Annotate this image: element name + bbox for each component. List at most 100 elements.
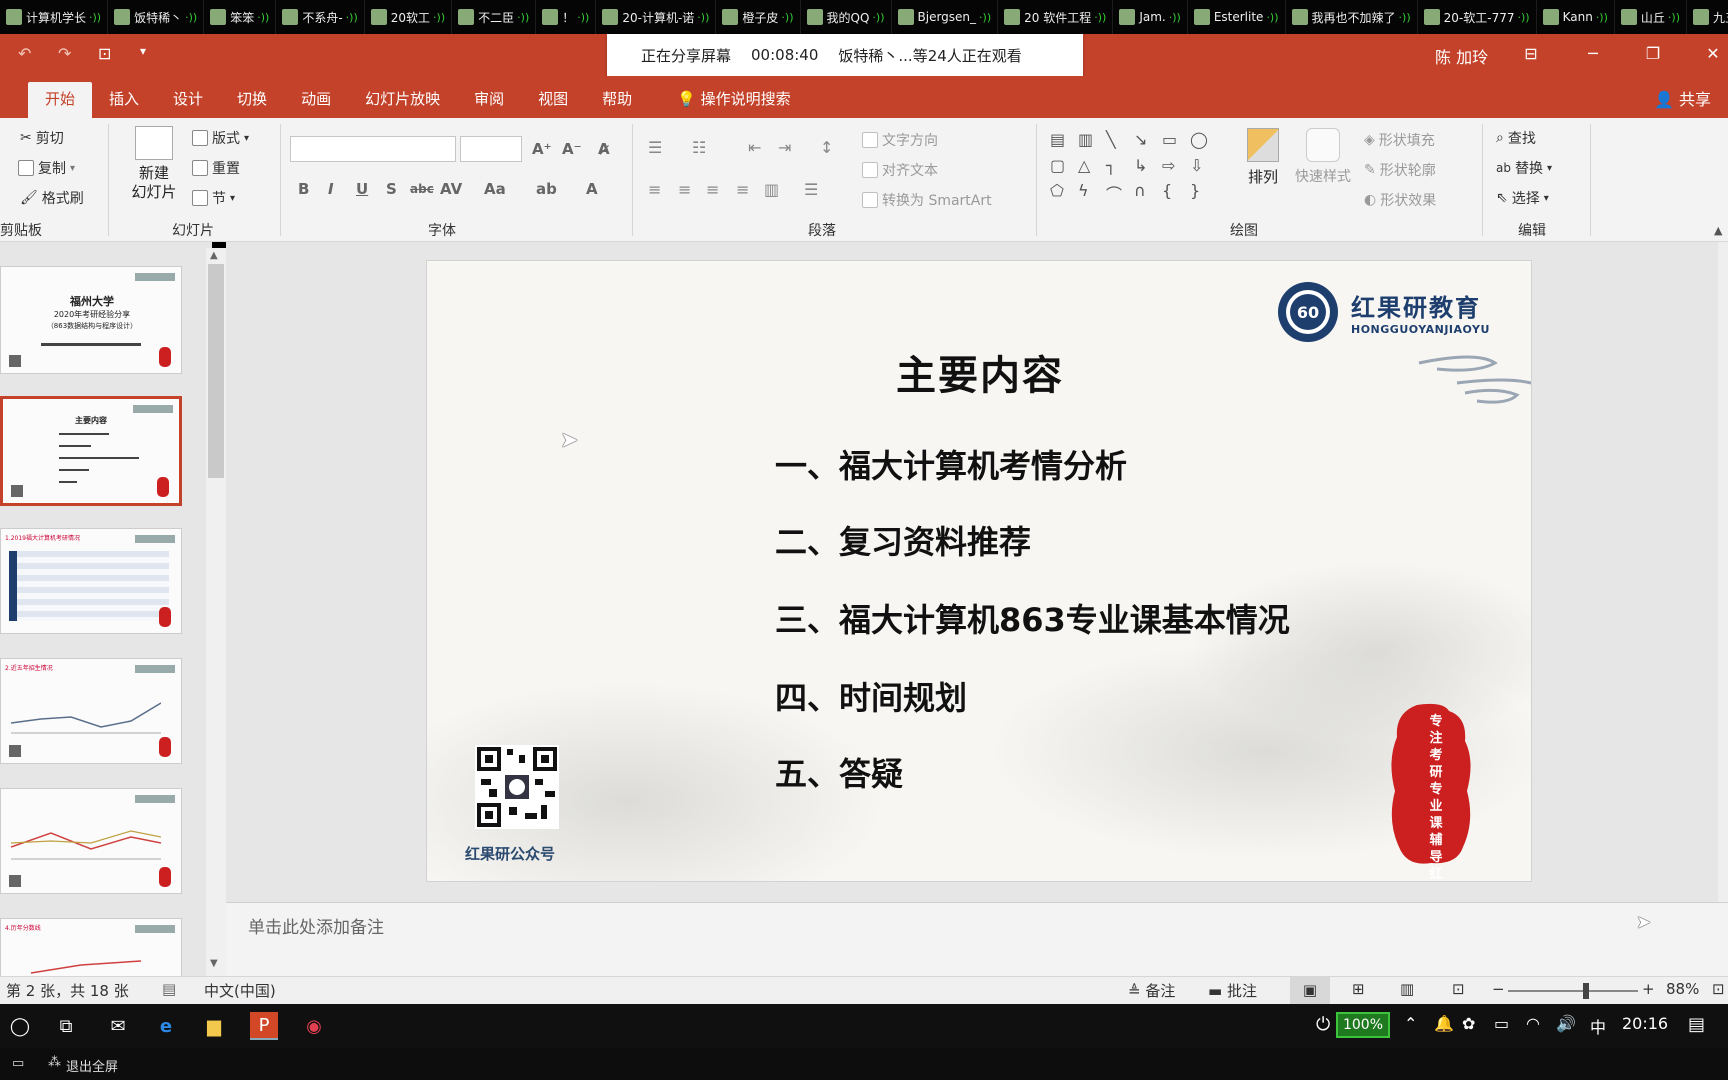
slideshow-icon[interactable]: ⊡ xyxy=(98,44,111,63)
new-slide-button[interactable]: 新建 幻灯片 xyxy=(126,126,182,202)
replace-button[interactable]: ab 替换 ▾ xyxy=(1496,158,1552,178)
collapse-ribbon-icon[interactable]: ▲ xyxy=(1714,224,1722,237)
participant-1[interactable]: 计算机学长 ·)) xyxy=(0,0,109,34)
grow-font-icon[interactable]: A⁺ xyxy=(532,140,552,158)
wifi-icon[interactable]: ◠ xyxy=(1526,1014,1540,1033)
vertical-textbox-icon[interactable]: ▥ xyxy=(1078,130,1104,152)
curve-icon[interactable]: ∩ xyxy=(1134,181,1160,208)
toc-item-5[interactable]: 五、答疑 xyxy=(775,749,903,795)
battery-icon[interactable]: ▭ xyxy=(1494,1014,1509,1033)
select-button[interactable]: ⇖ 选择 ▾ xyxy=(1496,188,1549,208)
slide-thumbnail-3[interactable]: 1.2019福大计算机考研情况 xyxy=(0,528,182,634)
slide-sorter-icon[interactable]: ⊞ xyxy=(1352,980,1365,998)
redo-icon[interactable]: ↷ xyxy=(58,44,71,63)
freeform-icon[interactable]: ⬠ xyxy=(1050,181,1076,208)
font-color-icon[interactable]: A xyxy=(586,180,598,198)
slide-thumbnail-4[interactable]: 2.近五年招生情况 xyxy=(0,658,182,764)
participant-14[interactable]: Esterlite ·)) xyxy=(1188,0,1286,34)
left-brace-icon[interactable]: { xyxy=(1162,181,1188,208)
exit-fullscreen-button[interactable]: 退出全屏 xyxy=(66,1056,118,1075)
fit-slide-icon[interactable]: ⊡ xyxy=(1712,980,1725,998)
layout-button[interactable]: 版式 ▾ xyxy=(192,128,249,148)
slide-thumbnail-2[interactable]: 主要内容 xyxy=(0,396,182,506)
right-arrow-shape-icon[interactable]: ⇨ xyxy=(1162,156,1188,178)
participant-10[interactable]: 我的QQ ·)) xyxy=(801,0,892,34)
zoom-slider[interactable] xyxy=(1508,990,1638,992)
arc-icon[interactable]: ⌒ xyxy=(1106,181,1132,208)
quick-styles-button[interactable]: 快速样式 xyxy=(1290,128,1356,186)
participant-6[interactable]: 不二臣 ·)) xyxy=(452,0,537,34)
shapes-gallery[interactable]: ▤ ▥ ╲ ↘ ▭ ◯ ▢ △ ┐ ↳ ⇨ ⇩ ⬠ ϟ ⌒ ∩{} xyxy=(1050,130,1222,208)
tab-slideshow[interactable]: 幻灯片放映 xyxy=(348,82,457,118)
toc-item-4[interactable]: 四、时间规划 xyxy=(775,673,967,719)
toc-item-3[interactable]: 三、福大计算机863专业课基本情况 xyxy=(775,595,1290,641)
increase-indent-icon[interactable]: ⇥ xyxy=(778,138,791,157)
comments-toggle[interactable]: ▬ 批注 xyxy=(1208,980,1257,1001)
copy-button[interactable]: 复制 ▾ xyxy=(18,158,75,178)
tab-help[interactable]: 帮助 xyxy=(585,82,649,118)
tab-view[interactable]: 视图 xyxy=(521,82,585,118)
zoom-slider-thumb[interactable] xyxy=(1583,983,1589,999)
zoom-level[interactable]: 88% xyxy=(1666,980,1699,998)
participant-3[interactable]: 笨笨 ·)) xyxy=(204,0,277,34)
align-left-icon[interactable]: ≡ xyxy=(648,180,661,199)
cortana-icon[interactable]: ◯ xyxy=(6,1012,34,1040)
section-button[interactable]: 节 ▾ xyxy=(192,188,235,208)
task-view-icon[interactable]: ⧉ xyxy=(52,1012,80,1040)
format-painter-button[interactable]: 🖌 格式刷 xyxy=(20,188,84,208)
scribble-icon[interactable]: ϟ xyxy=(1078,181,1104,208)
minimize-button[interactable]: ─ xyxy=(1578,44,1608,63)
app-tray-icon[interactable]: ✿ xyxy=(1462,1014,1475,1033)
underline-icon[interactable]: U xyxy=(356,180,368,198)
zoom-out-icon[interactable]: − xyxy=(1492,980,1505,998)
participant-17[interactable]: Kann ·)) xyxy=(1537,0,1615,34)
ribbon-display-icon[interactable]: ⊟ xyxy=(1516,44,1546,63)
char-spacing-icon[interactable]: AV xyxy=(440,180,462,198)
battery-indicator[interactable]: 100% xyxy=(1336,1012,1390,1038)
slide-title[interactable]: 主要内容 xyxy=(427,343,1531,401)
participant-15[interactable]: 我再也不加辣了 ·)) xyxy=(1286,0,1418,34)
participant-4[interactable]: 不系舟- ·)) xyxy=(276,0,365,34)
current-slide[interactable]: 60 红果研教育 HONGGUOYANJIAOYU 主要内容 一、福大计算机考情… xyxy=(426,260,1532,882)
rounded-rect-icon[interactable]: ▢ xyxy=(1050,156,1076,178)
participant-2[interactable]: 饭特稀丶 ·)) xyxy=(108,0,205,34)
participant-18[interactable]: 山丘 ·)) xyxy=(1615,0,1688,34)
tab-transitions[interactable]: 切换 xyxy=(220,82,284,118)
oval-shape-icon[interactable]: ◯ xyxy=(1190,130,1216,152)
volume-icon[interactable]: 🔊 xyxy=(1556,1014,1576,1033)
participant-13[interactable]: Jam. ·)) xyxy=(1113,0,1188,34)
participant-16[interactable]: 20-软工-777 ·)) xyxy=(1418,0,1537,34)
rectangle-shape-icon[interactable]: ▭ xyxy=(1162,130,1188,152)
text-direction-button[interactable]: 文字方向 xyxy=(862,130,938,150)
language-indicator[interactable]: 中文(中国) xyxy=(204,980,276,1001)
notes-pane[interactable] xyxy=(226,902,1728,976)
triangle-shape-icon[interactable]: △ xyxy=(1078,156,1104,178)
slideshow-view-icon[interactable]: ⊡ xyxy=(1452,980,1465,998)
toc-item-2[interactable]: 二、复习资料推荐 xyxy=(775,517,1031,563)
zoom-in-icon[interactable]: + xyxy=(1642,980,1655,998)
participant-9[interactable]: 橙子皮 ·)) xyxy=(716,0,801,34)
toc-item-1[interactable]: 一、福大计算机考情分析 xyxy=(775,441,1127,487)
shape-effects-button[interactable]: ◐ 形状效果 xyxy=(1364,190,1436,210)
close-button[interactable]: ✕ xyxy=(1698,44,1728,63)
cut-button[interactable]: ✂ 剪切 xyxy=(20,128,64,148)
font-name-box[interactable] xyxy=(290,136,456,162)
shadow-icon[interactable]: S xyxy=(386,180,397,198)
normal-view-icon[interactable]: ▣ xyxy=(1290,977,1330,1004)
powerpoint-icon[interactable]: P xyxy=(250,1012,278,1040)
scroll-up-icon[interactable]: ▲ xyxy=(210,250,218,261)
tab-review[interactable]: 审阅 xyxy=(457,82,521,118)
slide-thumbnail-1[interactable]: 福州大学 2020年考研经验分享 （863数据结构与程序设计） xyxy=(0,266,182,374)
line-shape-icon[interactable]: ╲ xyxy=(1106,130,1132,152)
bold-icon[interactable]: B xyxy=(298,180,309,198)
change-case-icon[interactable]: Aa xyxy=(484,180,506,198)
tray-expand-icon[interactable]: ⌃ xyxy=(1404,1014,1417,1033)
arrow-line-icon[interactable]: ↘ xyxy=(1134,130,1160,152)
user-name[interactable]: 陈 加玲 xyxy=(1435,44,1488,68)
mail-icon[interactable]: ✉ xyxy=(104,1012,132,1040)
elbow-arrow-icon[interactable]: ↳ xyxy=(1134,156,1160,178)
screen-recorder-icon[interactable]: ◉ xyxy=(300,1012,328,1040)
scroll-down-icon[interactable]: ▼ xyxy=(210,958,218,969)
line-spacing-icon[interactable]: ↕ xyxy=(820,138,833,157)
spellcheck-icon[interactable]: ▤ xyxy=(162,980,176,998)
